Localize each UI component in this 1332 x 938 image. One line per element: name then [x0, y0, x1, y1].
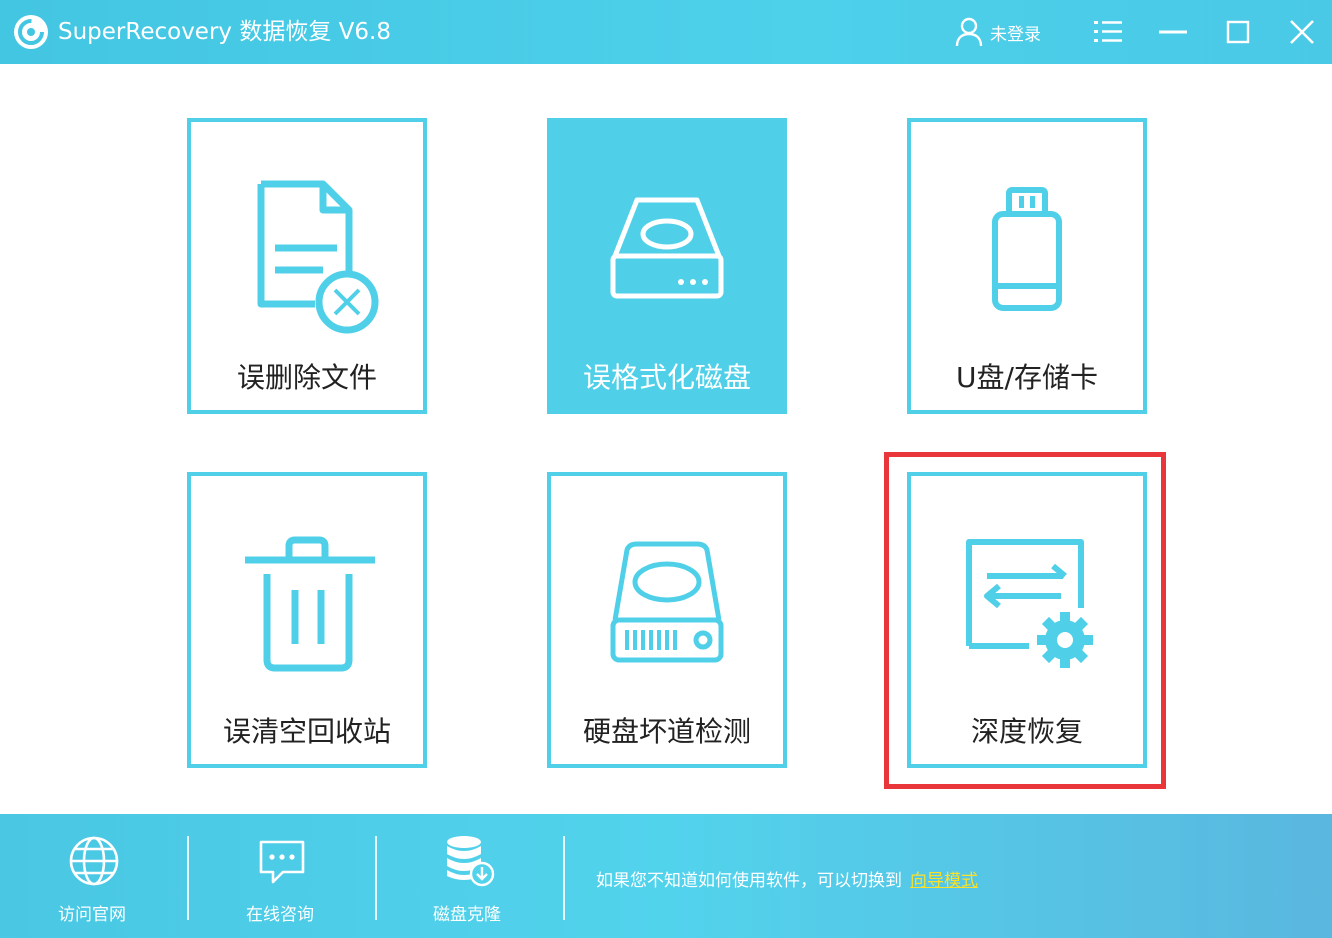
- tile-deleted-files[interactable]: 误删除文件: [187, 118, 427, 414]
- bottom-item-label: 访问官网: [58, 905, 126, 925]
- tile-label: 深度恢复: [970, 715, 1083, 748]
- menu-icon: [1094, 21, 1122, 42]
- recycle-bin-icon: [245, 536, 375, 672]
- divider: [563, 836, 565, 920]
- disk-clone-button[interactable]: 磁盘克隆: [397, 814, 537, 938]
- tile-deep-recovery[interactable]: 深度恢复: [907, 472, 1147, 768]
- title-bar: SuperRecovery 数据恢复 V6.8 未登录: [0, 0, 1332, 64]
- visit-website-button[interactable]: 访问官网: [22, 814, 162, 938]
- menu-button[interactable]: [1090, 14, 1126, 50]
- mode-hint: 如果您不知道如何使用软件，可以切换到 向导模式: [596, 866, 978, 891]
- tile-label: 误清空回收站: [222, 715, 391, 748]
- database-clone-icon: [447, 836, 495, 887]
- close-icon: [1290, 20, 1314, 44]
- globe-icon: [69, 836, 119, 886]
- deep-recovery-icon: [966, 539, 1093, 668]
- bottom-item-label: 在线咨询: [246, 905, 314, 925]
- tile-disk-check[interactable]: 硬盘坏道检测: [547, 472, 787, 768]
- login-status-label: 未登录: [990, 24, 1041, 45]
- online-consult-button[interactable]: 在线咨询: [210, 814, 350, 938]
- maximize-button[interactable]: [1220, 14, 1256, 50]
- tile-recycle-bin[interactable]: 误清空回收站: [187, 472, 427, 768]
- bottom-bar: 访问官网 在线咨询 磁盘克隆 如果您不知道如何使用软件，可以切换到 向导模式: [0, 814, 1332, 938]
- tile-formatted-disk[interactable]: 误格式化磁盘: [547, 118, 787, 414]
- app-title: SuperRecovery 数据恢复 V6.8: [58, 19, 391, 45]
- user-icon: [955, 17, 983, 47]
- minimize-icon: [1159, 30, 1187, 34]
- disk-check-icon: [610, 541, 724, 663]
- mode-hint-text: 如果您不知道如何使用软件，可以切换到: [596, 871, 902, 891]
- tile-label: 误删除文件: [236, 361, 377, 394]
- usb-drive-icon: [992, 187, 1062, 311]
- app-logo-icon: [14, 15, 48, 49]
- tile-label: 误格式化磁盘: [582, 361, 751, 394]
- wizard-mode-link[interactable]: 向导模式: [910, 871, 978, 891]
- tile-usb-card[interactable]: U盘/存储卡: [907, 118, 1147, 414]
- login-button[interactable]: 未登录: [954, 15, 1041, 49]
- close-button[interactable]: [1284, 14, 1320, 50]
- maximize-icon: [1226, 20, 1250, 44]
- divider: [187, 836, 189, 920]
- tile-label: 硬盘坏道检测: [582, 715, 751, 748]
- formatted-disk-icon: [610, 197, 724, 299]
- chat-icon: [259, 840, 305, 884]
- bottom-item-label: 磁盘克隆: [433, 905, 501, 925]
- minimize-button[interactable]: [1155, 14, 1191, 50]
- tile-label: U盘/存储卡: [956, 361, 1098, 394]
- divider: [375, 836, 377, 920]
- deleted-file-icon: [257, 180, 379, 334]
